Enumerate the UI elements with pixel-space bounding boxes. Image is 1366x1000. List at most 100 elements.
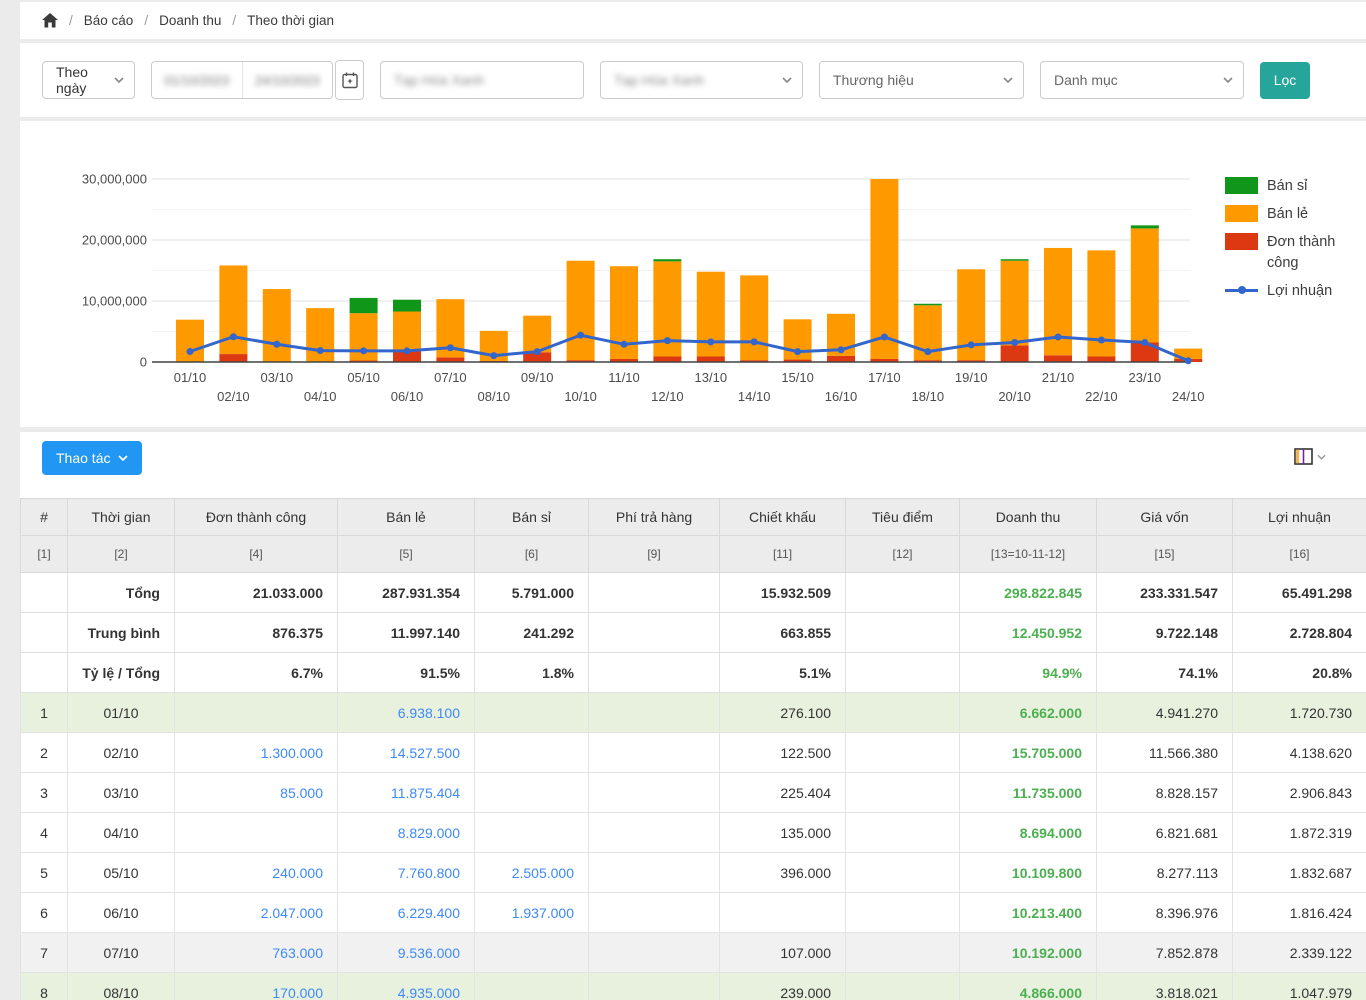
brand-select-value: Thương hiệu [833,72,914,88]
table-cell: 8.396.976 [1097,893,1233,933]
svg-text:14/10: 14/10 [738,389,771,404]
table-cell: 8.828.157 [1097,773,1233,813]
column-header[interactable]: Doanh thu [960,499,1097,536]
table-row: 606/102.047.0006.229.4001.937.00010.213.… [21,893,1366,933]
column-header[interactable]: # [21,499,68,536]
table-cell: 04/10 [68,813,175,853]
table-cell: 7.760.800 [338,853,475,893]
summary-cell [846,573,960,613]
summary-cell: Trung bình [68,613,175,653]
chevron-down-icon [1223,77,1233,83]
product-search-input[interactable]: Tạp Hóa Xanh [380,61,584,99]
table-cell: 08/10 [68,973,175,1000]
table-cell: 122.500 [720,733,846,773]
svg-text:08/10: 08/10 [478,389,511,404]
brand-select[interactable]: Thương hiệu [819,61,1024,99]
table-row: 505/10240.0007.760.8002.505.000396.00010… [21,853,1366,893]
column-header[interactable]: Bán sỉ [475,499,589,536]
table-cell [846,773,960,813]
actions-button[interactable]: Thao tác [42,441,142,475]
period-select[interactable]: Theo ngày [42,61,135,99]
summary-cell: 1.8% [475,653,589,693]
value-link[interactable]: 240.000 [272,865,323,881]
table-row: 101/106.938.100276.1006.662.0004.941.270… [21,693,1366,733]
table-cell: 9.536.000 [338,933,475,973]
value-link[interactable]: 9.536.000 [398,945,460,961]
table-cell [589,853,720,893]
date-range-input[interactable]: 01/10/2023 24/10/2023 [151,61,333,99]
breadcrumb-separator: / [232,13,236,28]
table-cell: 239.000 [720,973,846,1000]
chevron-down-icon [1003,77,1013,83]
value-link[interactable]: 11.875.404 [391,785,460,801]
legend-item: Lợi nhuận [1225,281,1353,302]
value-link[interactable]: 7.760.800 [398,865,460,881]
column-header[interactable]: Chiết khấu [720,499,846,536]
svg-text:13/10: 13/10 [695,370,728,385]
product-select[interactable]: Tạp Hóa Xanh [600,61,803,99]
value-link[interactable]: 170.000 [272,985,323,1000]
column-index: [16] [1233,536,1366,573]
column-header[interactable]: Phí trả hàng [589,499,720,536]
table-row: 202/101.300.00014.527.500122.50015.705.0… [21,733,1366,773]
breadcrumb-theo-thoi-gian[interactable]: Theo thời gian [247,13,334,28]
table-cell: 763.000 [175,933,338,973]
value-link[interactable]: 2.047.000 [261,905,323,921]
value-link[interactable]: 1.937.000 [512,905,574,921]
table-cell: 396.000 [720,853,846,893]
value-link[interactable]: 6.229.400 [398,905,460,921]
legend-label: Lợi nhuận [1267,281,1332,302]
svg-text:03/10: 03/10 [261,370,294,385]
table-row: 404/108.829.000135.0008.694.0006.821.681… [21,813,1366,853]
home-icon[interactable] [42,13,58,28]
svg-text:23/10: 23/10 [1129,370,1162,385]
svg-text:18/10: 18/10 [912,389,945,404]
table-cell [846,893,960,933]
value-link[interactable]: 2.505.000 [512,865,574,881]
value-link[interactable]: 14.527.500 [390,745,460,761]
svg-text:21/10: 21/10 [1042,370,1075,385]
column-header[interactable]: Lợi nhuận [1233,499,1366,536]
svg-text:04/10: 04/10 [304,389,337,404]
column-header[interactable]: Giá vốn [1097,499,1233,536]
table-row: 707/10763.0009.536.000107.00010.192.0007… [21,933,1366,973]
legend-item: Đơn thành công [1225,232,1353,274]
table-cell: 07/10 [68,933,175,973]
summary-cell [589,653,720,693]
calendar-button[interactable] [335,60,364,100]
table-row: 303/1085.00011.875.404225.40411.735.0008… [21,773,1366,813]
table-cell: 2 [21,733,68,773]
table-cell [589,973,720,1000]
table-cell [475,733,589,773]
column-picker-button[interactable] [1294,448,1326,465]
table-cell: 170.000 [175,973,338,1000]
column-header[interactable]: Đơn thành công [175,499,338,536]
svg-text:24/10: 24/10 [1172,389,1205,404]
table-cell: 03/10 [68,773,175,813]
breadcrumb-doanh-thu[interactable]: Doanh thu [159,13,221,28]
value-link[interactable]: 1.300.000 [261,745,323,761]
table-row: 808/10170.0004.935.000239.0004.866.0003.… [21,973,1366,1000]
svg-text:11/10: 11/10 [608,370,640,385]
column-header[interactable]: Thời gian [68,499,175,536]
summary-cell: 287.931.354 [338,573,475,613]
summary-cell [589,613,720,653]
table-cell: 11.735.000 [960,773,1097,813]
breadcrumb-bao-cao[interactable]: Báo cáo [84,13,134,28]
value-link[interactable]: 6.938.100 [398,705,460,721]
table-cell: 1.720.730 [1233,693,1366,733]
value-link[interactable]: 763.000 [272,945,323,961]
column-header[interactable]: Tiêu điểm [846,499,960,536]
value-link[interactable]: 8.829.000 [398,825,460,841]
summary-cell: 6.7% [175,653,338,693]
table-cell: 240.000 [175,853,338,893]
filter-button[interactable]: Lọc [1260,62,1310,99]
column-header[interactable]: Bán lẻ [338,499,475,536]
column-index: [13=10-11-12] [960,536,1097,573]
table-toolbar: Thao tác [20,432,1366,498]
value-link[interactable]: 85.000 [280,785,323,801]
category-select[interactable]: Danh mục [1040,61,1244,99]
table-cell: 2.047.000 [175,893,338,933]
value-link[interactable]: 4.935.000 [398,985,460,1000]
chevron-down-icon [114,77,124,83]
